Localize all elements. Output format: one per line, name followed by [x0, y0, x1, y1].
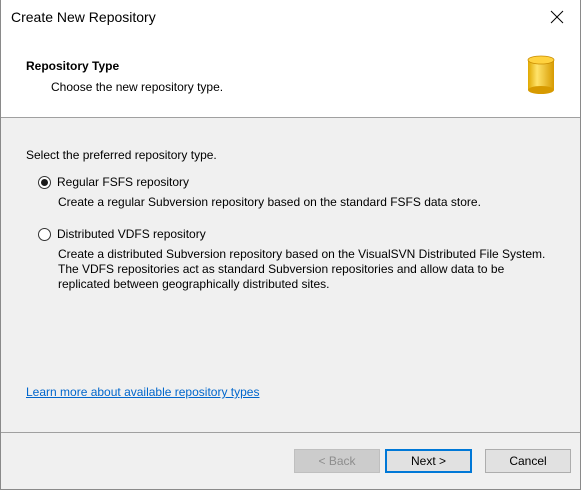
title-bar: Create New Repository — [1, 0, 580, 37]
header-title: Repository Type — [26, 59, 120, 73]
radio-regular-fsfs[interactable]: Regular FSFS repository — [38, 175, 189, 189]
next-button[interactable]: Next > — [385, 449, 472, 473]
option-label-fsfs[interactable]: Regular FSFS repository — [57, 175, 189, 189]
option-description-vdfs: Create a distributed Subversion reposito… — [58, 247, 546, 291]
close-button[interactable] — [534, 0, 580, 34]
learn-more-link[interactable]: Learn more about available repository ty… — [26, 385, 259, 399]
footer-divider — [1, 432, 580, 433]
back-button[interactable]: < Back — [294, 449, 380, 473]
create-repository-dialog: Create New Repository Repository Type Ch… — [0, 0, 581, 490]
database-cylinder-icon — [527, 55, 555, 94]
radio-button-checked[interactable] — [38, 175, 51, 189]
wizard-header: Repository Type Choose the new repositor… — [1, 37, 580, 118]
window-title: Create New Repository — [11, 9, 156, 25]
prompt-text: Select the preferred repository type. — [26, 148, 217, 162]
wizard-content: Select the preferred repository type. Re… — [1, 118, 580, 432]
header-subtitle: Choose the new repository type. — [51, 80, 224, 94]
radio-distributed-vdfs[interactable]: Distributed VDFS repository — [38, 227, 206, 241]
cancel-button[interactable]: Cancel — [485, 449, 571, 473]
option-label-vdfs[interactable]: Distributed VDFS repository — [57, 227, 206, 241]
close-icon — [550, 10, 564, 24]
option-description-fsfs: Create a regular Subversion repository b… — [58, 195, 481, 209]
radio-button-unchecked[interactable] — [38, 227, 51, 241]
